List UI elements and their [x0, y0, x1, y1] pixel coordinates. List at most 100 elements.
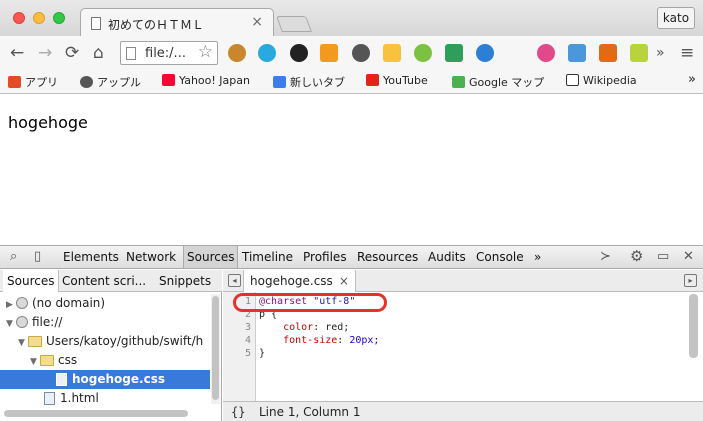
tab-sources[interactable]: Sources	[183, 246, 239, 268]
tab-elements[interactable]: Elements	[63, 250, 119, 264]
k-extension-icon[interactable]	[599, 44, 617, 62]
editor-tab-hogehoge-css[interactable]: hogehoge.css ×	[243, 270, 356, 292]
bookmark-apple[interactable]: アップル	[80, 74, 141, 90]
green-dot-extension-icon[interactable]	[414, 44, 432, 62]
panels-overflow-icon[interactable]: »	[534, 250, 541, 264]
bookmark-wikipedia[interactable]: Wikipedia	[566, 74, 637, 87]
cursor-position: Line 1, Column 1	[259, 405, 361, 419]
tab-profiles[interactable]: Profiles	[303, 250, 347, 264]
word-extension-icon[interactable]	[383, 44, 401, 62]
maps-icon	[452, 76, 465, 88]
settings-gear-icon[interactable]: ⚙	[630, 247, 643, 265]
navigator-vertical-scrollbar[interactable]	[211, 294, 220, 404]
toggle-debugger-icon[interactable]: ▸	[684, 274, 697, 287]
bookmark-google-maps[interactable]: Google マップ	[452, 74, 544, 90]
code-line-4[interactable]: font-size: 20px;	[259, 335, 379, 346]
cookie-extension-icon[interactable]	[228, 44, 246, 62]
bookmark-star-icon[interactable]: ☆	[198, 42, 213, 62]
tab-timeline[interactable]: Timeline	[242, 250, 293, 264]
gear-extension-icon[interactable]	[476, 44, 494, 62]
title-bar: 初めてのＨＴＭＬ × kato	[0, 0, 703, 38]
globe-icon	[16, 316, 28, 328]
device-mode-icon[interactable]: ▯	[34, 249, 41, 264]
address-text[interactable]: file:/...	[145, 46, 186, 61]
tab-console[interactable]: Console	[476, 250, 524, 264]
close-window-button[interactable]	[13, 12, 25, 24]
page-viewport: hogehoge	[0, 95, 703, 245]
tree-item-no-domain[interactable]: ▶ (no domain)	[0, 294, 210, 313]
css-file-icon	[56, 373, 67, 386]
eyedropper-extension-icon[interactable]	[568, 44, 586, 62]
forward-button[interactable]: →	[38, 43, 52, 63]
bookmarks-bar: アプリ アップル Yahoo! Japan 新しいタブ YouTube Goog…	[0, 70, 703, 94]
profile-button[interactable]: kato	[657, 7, 695, 29]
minimize-window-button[interactable]	[33, 12, 45, 24]
expanded-triangle-icon[interactable]: ▼	[30, 353, 40, 370]
source-editor: ◂ hogehoge.css × ▸ 1 2 3 4 5 @charset "ut…	[223, 270, 703, 421]
dock-side-icon[interactable]: ▭	[657, 249, 669, 264]
expanded-triangle-icon[interactable]: ▼	[18, 334, 28, 351]
tab-content-scripts[interactable]: Content scri...	[62, 274, 146, 288]
screenshot-extension-icon[interactable]	[630, 44, 648, 62]
tree-item-users-folder[interactable]: ▼ Users/katoy/github/swift/h	[0, 332, 210, 351]
code-line-5[interactable]: }	[259, 348, 265, 359]
navigator-tabs: Sources Content scri... Snippets	[0, 270, 222, 292]
editor-tab-close-icon[interactable]: ×	[339, 274, 349, 288]
reload-button[interactable]: ⟳	[65, 43, 79, 63]
sync-extension-icon[interactable]	[445, 44, 463, 62]
home-button[interactable]: ⌂	[93, 43, 104, 63]
console-drawer-icon[interactable]: ≻	[600, 249, 611, 264]
tab-resources[interactable]: Resources	[357, 250, 418, 264]
css-extension-icon[interactable]	[506, 44, 524, 62]
tab-close-icon[interactable]: ×	[251, 14, 263, 30]
navigator-horizontal-scrollbar[interactable]	[4, 410, 188, 417]
line-number: 3	[244, 322, 251, 333]
bookmark-yahoo[interactable]: Yahoo! Japan	[162, 74, 250, 87]
inspect-element-icon[interactable]: ⌕	[10, 249, 17, 264]
expanded-triangle-icon[interactable]: ▼	[6, 315, 16, 332]
bookmarks-overflow-icon[interactable]: »	[688, 72, 696, 87]
twitter-extension-icon[interactable]	[258, 44, 276, 62]
editor-vertical-scrollbar[interactable]	[689, 294, 698, 358]
tree-item-1-html[interactable]: 1.html	[0, 389, 210, 408]
extensions-overflow-icon[interactable]: »	[656, 43, 665, 63]
tab-navigator-sources[interactable]: Sources	[3, 270, 60, 292]
line-number: 4	[244, 335, 251, 346]
new-tab-button[interactable]	[276, 16, 312, 32]
palette-extension-icon[interactable]	[537, 44, 555, 62]
color-picker-extension-icon[interactable]	[290, 44, 308, 62]
tree-item-file-root[interactable]: ▼ file://	[0, 313, 210, 332]
page-icon	[126, 47, 136, 60]
line-number: 5	[244, 348, 251, 359]
tab-title: 初めてのＨＴＭＬ	[108, 18, 205, 32]
maximize-window-button[interactable]	[53, 12, 65, 24]
address-bar[interactable]: file:/... ☆	[120, 41, 218, 65]
tree-item-hogehoge-css[interactable]: hogehoge.css	[0, 370, 210, 389]
tab-audits[interactable]: Audits	[428, 250, 466, 264]
google-icon	[273, 76, 286, 88]
bookmark-new-tab[interactable]: 新しいタブ	[273, 74, 345, 90]
editor-status-bar: {} Line 1, Column 1	[223, 401, 703, 421]
browser-tab[interactable]: 初めてのＨＴＭＬ ×	[80, 8, 274, 38]
tab-network[interactable]: Network	[126, 250, 176, 264]
chrome-menu-icon[interactable]: ≡	[680, 43, 694, 63]
close-devtools-icon[interactable]: ✕	[683, 249, 694, 264]
pretty-print-button[interactable]: {}	[231, 405, 245, 419]
devtools-toolbar: ⌕ ▯ Elements Network Sources Timeline Pr…	[0, 245, 703, 269]
toggle-navigator-icon[interactable]: ◂	[228, 274, 241, 287]
apps-grid-icon	[8, 76, 21, 88]
tab-snippets[interactable]: Snippets	[159, 274, 211, 288]
folder-icon	[28, 336, 42, 347]
folder-icon	[40, 355, 54, 366]
bookmark-apps[interactable]: アプリ	[8, 74, 58, 90]
bug-extension-icon[interactable]	[352, 44, 370, 62]
tree-item-css-folder[interactable]: ▼ css	[0, 351, 210, 370]
back-button[interactable]: ←	[10, 43, 24, 63]
html-file-icon	[44, 392, 55, 405]
code-line-3[interactable]: color: red;	[259, 322, 349, 333]
youtube-icon	[366, 74, 379, 86]
amazon-extension-icon[interactable]	[320, 44, 338, 62]
collapsed-triangle-icon[interactable]: ▶	[6, 296, 16, 313]
bookmark-youtube[interactable]: YouTube	[366, 74, 428, 87]
browser-toolbar: ← → ⟳ ⌂ file:/... ☆ » ≡	[0, 36, 703, 70]
